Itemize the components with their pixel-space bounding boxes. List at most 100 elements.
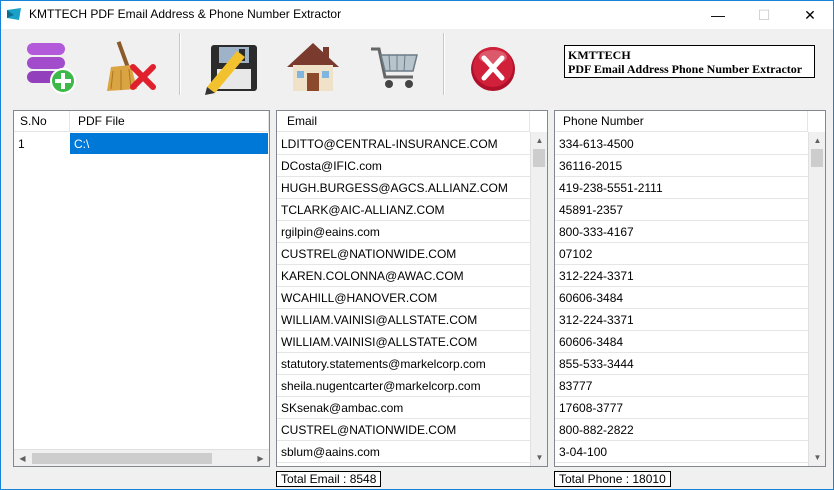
phone-value: 419-238-5551-2111 xyxy=(559,181,663,195)
phone-value: 800-882-2822 xyxy=(559,423,634,437)
email-header: Email xyxy=(277,111,530,132)
phone-value: 800-333-4167 xyxy=(559,225,634,239)
horizontal-scrollbar[interactable]: ◀ ▶ xyxy=(14,449,269,466)
table-row[interactable]: 1 C:\ xyxy=(14,133,269,155)
list-item[interactable]: 800-882-2822 xyxy=(555,419,808,441)
scroll-left-icon[interactable]: ◀ xyxy=(14,450,31,467)
clear-button[interactable] xyxy=(101,37,161,97)
list-item[interactable]: 07102 xyxy=(555,243,808,265)
list-item[interactable]: 3-04-100 xyxy=(555,441,808,463)
email-value: TCLARK@AIC-ALLIANZ.COM xyxy=(281,203,445,217)
email-value: SKsenak@ambac.com xyxy=(281,401,404,415)
list-item[interactable]: WILLIAM.VAINISI@ALLSTATE.COM xyxy=(277,309,530,331)
close-button[interactable]: ✕ xyxy=(787,1,833,29)
list-item[interactable]: KAREN.COLONNA@AWAC.COM xyxy=(277,265,530,287)
home-button[interactable] xyxy=(283,37,343,97)
list-item[interactable]: 83777 xyxy=(555,375,808,397)
total-email-label: Total Email : 8548 xyxy=(276,471,382,487)
list-item[interactable]: SKsenak@ambac.com xyxy=(277,397,530,419)
phone-value: 36116-2015 xyxy=(559,159,623,173)
home-icon xyxy=(287,43,339,91)
pdf-files-list[interactable]: S.No PDF File 1 C:\ ◀ ▶ xyxy=(13,110,270,467)
list-item[interactable]: DCosta@IFIC.com xyxy=(277,155,530,177)
column-header-sno[interactable]: S.No xyxy=(14,111,70,132)
phone-value: 312-224-3371 xyxy=(559,313,634,327)
list-item[interactable]: 855-533-3444 xyxy=(555,353,808,375)
pdf-file-cell: C:\ xyxy=(70,133,268,154)
list-item[interactable]: CUSTREL@NATIONWIDE.COM xyxy=(277,419,530,441)
list-item[interactable]: 800-333-4167 xyxy=(555,221,808,243)
scroll-up-icon[interactable]: ▲ xyxy=(809,132,826,149)
list-item[interactable]: HUGH.BURGESS@AGCS.ALLIANZ.COM xyxy=(277,177,530,199)
maximize-button[interactable]: ☐ xyxy=(741,1,787,29)
brand-title: KMTTECH xyxy=(568,48,631,62)
phone-list[interactable]: Phone Number 334-613-4500 36116-2015 419-2… xyxy=(554,110,826,467)
list-item[interactable]: 60606-3484 xyxy=(555,331,808,353)
floppy-save-icon xyxy=(205,45,257,95)
list-item[interactable]: 312-224-3371 xyxy=(555,309,808,331)
phone-vertical-scrollbar[interactable]: ▲ ▼ xyxy=(808,132,825,466)
brand-box: KMTTECH PDF Email Address Phone Number E… xyxy=(564,45,815,78)
toolbar-separator xyxy=(179,33,181,95)
app-window: KMTTECH PDF Email Address & Phone Number… xyxy=(0,0,834,490)
total-phone-label: Total Phone : 18010 xyxy=(554,471,671,487)
list-item[interactable]: 334-613-4500 xyxy=(555,133,808,155)
list-item[interactable]: 45891-2357 xyxy=(555,199,808,221)
phone-value: 60606-3484 xyxy=(559,335,624,349)
scroll-right-icon[interactable]: ▶ xyxy=(252,450,269,467)
email-value: DCosta@IFIC.com xyxy=(281,159,382,173)
list-item[interactable]: 312-224-3371 xyxy=(555,265,808,287)
list-item[interactable]: sheila.nugentcarter@markelcorp.com xyxy=(277,375,530,397)
column-header-phone[interactable]: Phone Number xyxy=(555,111,808,132)
list-item[interactable]: TCLARK@AIC-ALLIANZ.COM xyxy=(277,199,530,221)
email-value: sheila.nugentcarter@markelcorp.com xyxy=(281,379,481,393)
list-item[interactable]: statutory.statements@markelcorp.com xyxy=(277,353,530,375)
toolbar-separator xyxy=(443,33,445,95)
column-header-email[interactable]: Email xyxy=(277,111,530,132)
scrollbar-thumb[interactable] xyxy=(533,149,545,167)
email-value: WCAHILL@HANOVER.COM xyxy=(281,291,438,305)
list-item[interactable]: rgilpin@eains.com xyxy=(277,221,530,243)
list-item[interactable]: sblum@aains.com xyxy=(277,441,530,463)
minimize-button[interactable]: — xyxy=(695,1,741,29)
email-value: WILLIAM.VAINISI@ALLSTATE.COM xyxy=(281,313,478,327)
scrollbar-thumb[interactable] xyxy=(811,149,823,167)
list-item[interactable]: LDITTO@CENTRAL-INSURANCE.COM xyxy=(277,133,530,155)
exit-x-icon xyxy=(471,47,515,91)
phone-value: 17608-3777 xyxy=(559,401,624,415)
email-value: CUSTREL@NATIONWIDE.COM xyxy=(281,423,457,437)
toolbar: KMTTECH PDF Email Address Phone Number E… xyxy=(1,29,833,105)
add-files-button[interactable] xyxy=(21,37,81,97)
files-header: S.No PDF File xyxy=(14,111,269,132)
list-item[interactable]: 36116-2015 xyxy=(555,155,808,177)
phone-value: 83777 xyxy=(559,379,593,393)
broom-clear-icon xyxy=(107,41,156,91)
phone-value: 334-613-4500 xyxy=(559,137,634,151)
save-button[interactable] xyxy=(203,37,263,97)
list-item[interactable]: 60606-3484 xyxy=(555,287,808,309)
email-value: LDITTO@CENTRAL-INSURANCE.COM xyxy=(281,137,498,151)
phone-value: 60606-3484 xyxy=(559,291,624,305)
email-value: WILLIAM.VAINISI@ALLSTATE.COM xyxy=(281,335,478,349)
phone-value: 855-533-3444 xyxy=(559,357,634,371)
scroll-up-icon[interactable]: ▲ xyxy=(531,132,548,149)
phone-value: 45891-2357 xyxy=(559,203,624,217)
buy-button[interactable] xyxy=(365,37,425,97)
scrollbar-thumb[interactable] xyxy=(32,453,212,464)
phone-value: 312-224-3371 xyxy=(559,269,634,283)
exit-button[interactable] xyxy=(463,37,523,97)
title-bar: KMTTECH PDF Email Address & Phone Number… xyxy=(1,1,833,29)
column-header-pdf-file[interactable]: PDF File xyxy=(70,111,269,132)
scroll-down-icon[interactable]: ▼ xyxy=(531,449,548,466)
brand-subtitle: PDF Email Address Phone Number Extractor xyxy=(568,62,803,76)
window-title: KMTTECH PDF Email Address & Phone Number… xyxy=(29,7,342,21)
list-item[interactable]: WCAHILL@HANOVER.COM xyxy=(277,287,530,309)
list-item[interactable]: CUSTREL@NATIONWIDE.COM xyxy=(277,243,530,265)
scroll-down-icon[interactable]: ▼ xyxy=(809,449,826,466)
email-vertical-scrollbar[interactable]: ▲ ▼ xyxy=(530,132,547,466)
list-item[interactable]: WILLIAM.VAINISI@ALLSTATE.COM xyxy=(277,331,530,353)
email-value: sblum@aains.com xyxy=(281,445,380,459)
list-item[interactable]: 419-238-5551-2111 xyxy=(555,177,808,199)
list-item[interactable]: 17608-3777 xyxy=(555,397,808,419)
email-list[interactable]: Email LDITTO@CENTRAL-INSURANCE.COM DCosta… xyxy=(276,110,548,467)
